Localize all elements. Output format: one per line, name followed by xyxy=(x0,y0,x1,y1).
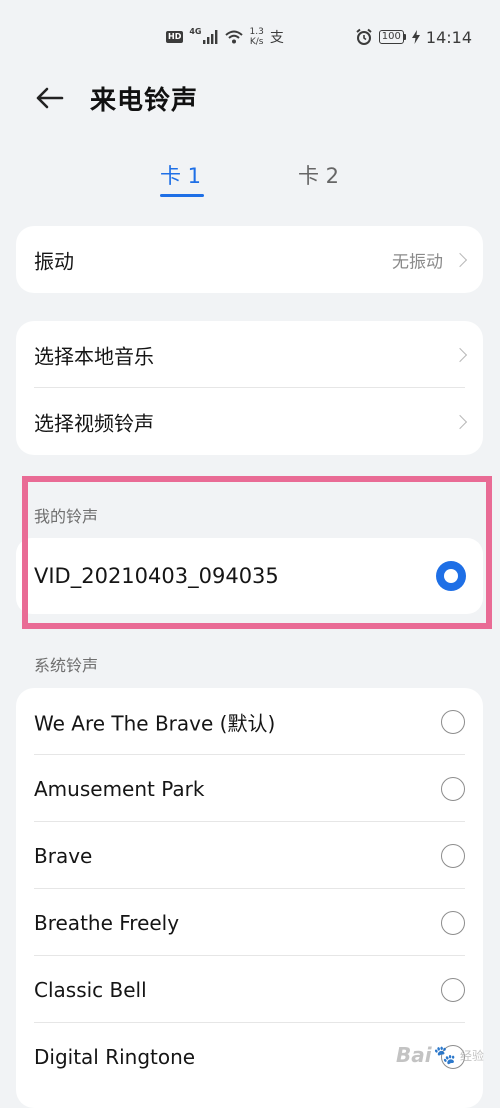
page-title: 来电铃声 xyxy=(90,86,199,116)
chevron-right-icon xyxy=(452,414,468,429)
radio-unselected-icon[interactable] xyxy=(441,776,465,801)
system-ringtone-label: Breathe Freely xyxy=(34,910,180,935)
system-ringtone-item[interactable]: Brave xyxy=(16,822,483,889)
system-ringtone-label: We Are The Brave (默认) xyxy=(34,711,276,735)
network-speed: 1.3 K/s xyxy=(249,27,263,47)
radio-unselected-icon[interactable] xyxy=(441,843,465,868)
system-ringtone-item[interactable]: Amusement Park xyxy=(16,755,483,822)
my-ringtones-header: 我的铃声 xyxy=(34,507,99,526)
system-ringtone-item[interactable]: Classic Bell xyxy=(16,956,483,1023)
paw-icon: 🐾 xyxy=(433,1044,456,1066)
system-ringtone-item[interactable]: We Are The Brave (默认) xyxy=(16,688,483,755)
alipay-icon: 支 xyxy=(269,30,284,46)
system-status: 100 14:14 xyxy=(355,26,472,48)
wifi-icon xyxy=(225,30,244,44)
baidu-jingyan-watermark: Bai 🐾 经验 xyxy=(396,1043,484,1067)
radio-unselected-icon[interactable] xyxy=(441,977,465,1002)
system-ringtones-header: 系统铃声 xyxy=(34,656,99,675)
network-speed-value: 1.3 xyxy=(249,27,264,37)
battery-tip xyxy=(403,34,406,40)
system-ringtone-label: Amusement Park xyxy=(34,776,205,801)
ringtone-source-card: 选择本地音乐 选择视频铃声 xyxy=(16,321,483,455)
signal-icon xyxy=(203,30,218,44)
vibration-card: 振动 无振动 xyxy=(16,226,483,293)
system-ringtone-label: Brave xyxy=(34,843,93,868)
radio-selected-icon[interactable] xyxy=(436,561,466,591)
tab-card-1[interactable]: 卡 1 xyxy=(160,160,201,190)
active-tab-indicator xyxy=(160,194,204,197)
video-ringtone-label: 选择视频铃声 xyxy=(34,411,154,435)
system-ringtone-label: Digital Ringtone xyxy=(34,1044,196,1069)
sim-card-tabs: 卡 1 卡 2 xyxy=(0,156,500,202)
battery-icon: 100 xyxy=(378,30,406,44)
network-type-label: 4G xyxy=(189,26,202,36)
app-header: 来电铃声 xyxy=(0,74,500,122)
network-speed-unit: K/s xyxy=(249,37,264,47)
back-arrow-icon[interactable] xyxy=(34,86,66,110)
tab-card-2[interactable]: 卡 2 xyxy=(298,160,339,190)
charging-icon xyxy=(411,30,420,44)
video-ringtone-row[interactable]: 选择视频铃声 xyxy=(16,388,483,455)
vibration-label: 振动 xyxy=(34,249,74,273)
local-music-label: 选择本地音乐 xyxy=(34,344,154,368)
watermark-brand: Bai xyxy=(395,1043,432,1067)
local-music-row[interactable]: 选择本地音乐 xyxy=(16,321,483,388)
my-ringtone-label: VID_20210403_094035 xyxy=(34,564,279,588)
system-ringtone-label: Classic Bell xyxy=(34,977,147,1002)
chevron-right-icon xyxy=(452,347,468,362)
vibration-row[interactable]: 振动 无振动 xyxy=(16,226,483,293)
hd-voice-icon: HD xyxy=(166,31,184,43)
radio-unselected-icon[interactable] xyxy=(441,910,465,935)
chevron-right-icon xyxy=(452,252,468,267)
my-ringtone-item[interactable]: VID_20210403_094035 xyxy=(16,538,483,614)
battery-level: 100 xyxy=(378,30,404,44)
system-ringtone-item[interactable]: Breathe Freely xyxy=(16,889,483,956)
vibration-value: 无振动 xyxy=(392,252,443,272)
watermark-suffix: 经验 xyxy=(459,1048,484,1063)
clock-time: 14:14 xyxy=(425,27,472,47)
radio-unselected-icon[interactable] xyxy=(441,709,465,734)
status-bar: HD 4G 1.3 K/s 支 100 14:14 xyxy=(0,0,500,74)
network-status: HD 4G 1.3 K/s 支 xyxy=(166,26,284,48)
alarm-icon xyxy=(356,28,372,45)
my-ringtones-card: VID_20210403_094035 xyxy=(16,538,483,614)
